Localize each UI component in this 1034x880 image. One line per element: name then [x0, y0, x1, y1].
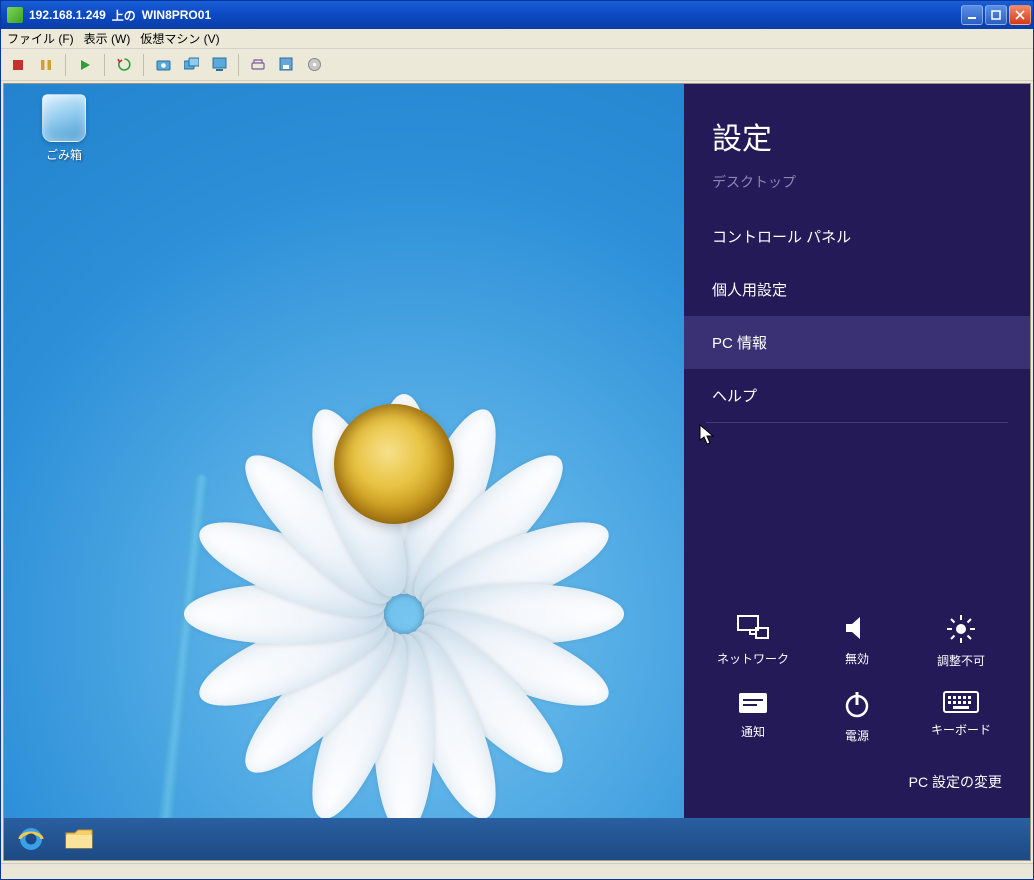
send-cad-button[interactable]	[247, 54, 269, 76]
taskbar-ie[interactable]	[12, 824, 50, 854]
charms-item-control-panel[interactable]: コントロール パネル	[684, 210, 1030, 263]
pause-button[interactable]	[35, 54, 57, 76]
charms-tile-volume[interactable]: 無効	[812, 614, 902, 669]
charms-tile-label: ネットワーク	[717, 650, 789, 667]
network-icon	[736, 614, 770, 642]
recycle-bin[interactable]: ごみ箱	[29, 94, 99, 163]
charms-pc-settings-link[interactable]: PC 設定の変更	[684, 754, 1030, 818]
cad-icon	[251, 57, 266, 72]
charms-tile-power[interactable]: 電源	[812, 691, 902, 744]
recycle-bin-label: ごみ箱	[29, 146, 99, 163]
titlebar-mid: 上の	[112, 7, 136, 24]
stop-icon	[11, 58, 25, 72]
charms-item-personalize[interactable]: 個人用設定	[684, 263, 1030, 316]
app-icon	[7, 7, 23, 23]
taskbar[interactable]	[4, 818, 1030, 860]
cd-button[interactable]	[303, 54, 325, 76]
play-button[interactable]	[74, 54, 96, 76]
recycle-bin-icon	[42, 94, 86, 142]
minimize-icon	[967, 10, 977, 20]
keyboard-icon	[943, 691, 979, 713]
maximize-button[interactable]	[985, 5, 1007, 25]
menu-file[interactable]: ファイル (F)	[7, 30, 74, 47]
charms-subtitle: デスクトップ	[684, 168, 1030, 210]
taskbar-explorer[interactable]	[60, 824, 98, 854]
charms-tile-label: 調整不可	[937, 652, 985, 669]
cd-icon	[307, 57, 322, 72]
close-button[interactable]	[1009, 5, 1031, 25]
brightness-icon	[946, 614, 976, 644]
minimize-button[interactable]	[961, 5, 983, 25]
charms-tile-label: 無効	[845, 650, 869, 667]
play-icon	[78, 58, 92, 72]
floppy-icon	[279, 57, 294, 72]
charms-tile-network[interactable]: ネットワーク	[708, 614, 798, 669]
ie-icon	[17, 825, 45, 853]
charms-item-pc-info[interactable]: PC 情報	[684, 316, 1030, 369]
charms-item-help[interactable]: ヘルプ	[684, 369, 1030, 422]
statusbar	[1, 863, 1033, 879]
reset-button[interactable]	[113, 54, 135, 76]
fullscreen-icon	[212, 57, 227, 72]
titlebar-vmname: WIN8PRO01	[142, 8, 211, 22]
refresh-icon	[117, 57, 132, 72]
charms-tile-label: キーボード	[931, 721, 991, 738]
toolbar	[1, 49, 1033, 81]
menu-vm[interactable]: 仮想マシン (V)	[140, 30, 219, 47]
snapshot-manager-icon	[184, 57, 199, 72]
volume-icon	[842, 614, 872, 642]
charms-title: 設定	[684, 84, 1030, 168]
maximize-icon	[991, 10, 1001, 20]
close-icon	[1015, 10, 1025, 20]
menu-view[interactable]: 表示 (W)	[84, 30, 131, 47]
folder-icon	[64, 827, 94, 851]
window-buttons	[961, 5, 1031, 25]
charms-tile-label: 通知	[741, 723, 765, 740]
titlebar-host: 192.168.1.249	[29, 8, 106, 22]
menubar: ファイル (F) 表示 (W) 仮想マシン (V)	[1, 29, 1033, 49]
charms-quick-grid: ネットワーク 無効 調整不可 通知 電源	[684, 590, 1030, 754]
pause-icon	[39, 58, 53, 72]
notify-icon	[737, 691, 769, 715]
floppy-button[interactable]	[275, 54, 297, 76]
guest-desktop[interactable]: ごみ箱 設定 デスクトップ コントロール パネル 個人用設定 PC 情報 ヘルプ…	[3, 83, 1031, 861]
snapshot-manager-button[interactable]	[180, 54, 202, 76]
power-icon	[843, 691, 871, 719]
charms-tile-brightness[interactable]: 調整不可	[916, 614, 1006, 669]
charms-tile-keyboard[interactable]: キーボード	[916, 691, 1006, 744]
titlebar[interactable]: 192.168.1.249 上の WIN8PRO01	[1, 1, 1033, 29]
snapshot-icon	[156, 57, 171, 72]
charms-tile-notify[interactable]: 通知	[708, 691, 798, 744]
fullscreen-button[interactable]	[208, 54, 230, 76]
charms-tile-label: 電源	[845, 727, 869, 744]
vsphere-window: 192.168.1.249 上の WIN8PRO01 ファイル (F) 表示 (…	[0, 0, 1034, 880]
charms-settings-panel: 設定 デスクトップ コントロール パネル 個人用設定 PC 情報 ヘルプ ネット…	[684, 84, 1030, 818]
stop-button[interactable]	[7, 54, 29, 76]
snapshot-button[interactable]	[152, 54, 174, 76]
